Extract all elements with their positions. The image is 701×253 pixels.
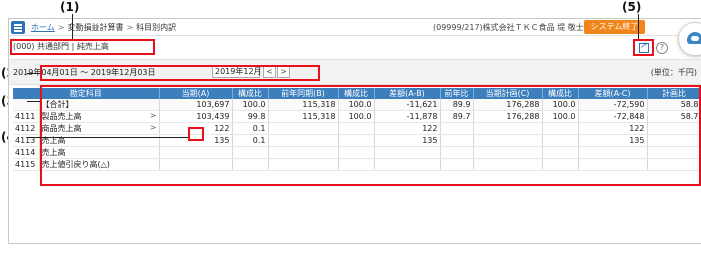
exit-system-button[interactable]: システム終了 <box>584 20 645 34</box>
account-code: 4111 <box>13 110 40 123</box>
annotation-box-4 <box>188 127 204 141</box>
unit-label: (単位：千円) <box>650 68 697 77</box>
breadcrumb-separator: > <box>126 23 134 32</box>
breadcrumb-home-link[interactable]: ホーム <box>31 23 55 32</box>
account-code: 4114 <box>13 146 40 159</box>
annotation-leader-1 <box>72 14 73 39</box>
annotation-leader-5 <box>638 14 639 39</box>
company-selector[interactable]: (09999/217)株式会社ＴＫＣ食品 堤 敬士 ▾ <box>433 22 590 33</box>
annotation-leader-3 <box>27 101 40 102</box>
annotation-box-2 <box>40 65 320 81</box>
account-code: 4115 <box>13 158 40 171</box>
annotation-box-3 <box>40 85 701 186</box>
breadcrumb-separator: > <box>57 23 65 32</box>
annotation-label-1: (1) <box>60 0 80 14</box>
account-code: 4112 <box>13 122 40 135</box>
breadcrumb-current: 科目別内訳 <box>136 23 177 32</box>
annotation-box-1 <box>10 39 155 55</box>
annotation-label-5: (5) <box>622 0 642 14</box>
hamburger-menu-icon[interactable] <box>11 21 25 34</box>
top-bar: ホーム > 変動損益計算書 > 科目別内訳 (09999/217)株式会社ＴＫＣ食品 堤… <box>9 19 701 36</box>
help-icon[interactable]: ? <box>656 42 668 54</box>
breadcrumb-report[interactable]: 変動損益計算書 <box>67 23 123 32</box>
annotation-leader-4 <box>27 137 188 138</box>
annotation-leader-2 <box>27 73 40 74</box>
company-name: (09999/217)株式会社ＴＫＣ食品 堤 敬士 <box>433 23 584 32</box>
assistant-avatar-icon[interactable] <box>678 22 701 56</box>
breadcrumb: ホーム > 変動損益計算書 > 科目別内訳 <box>31 22 176 33</box>
annotation-box-5 <box>633 39 654 56</box>
